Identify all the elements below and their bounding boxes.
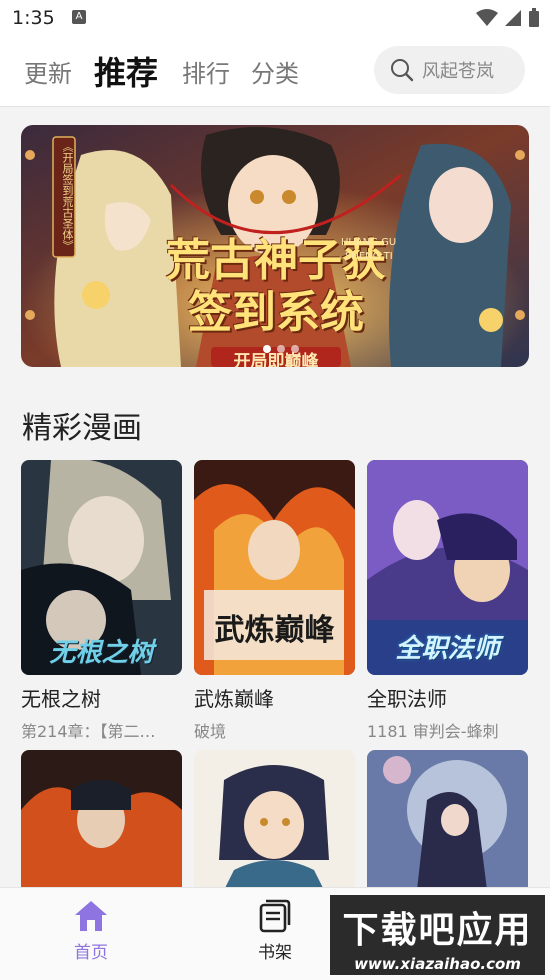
comic-latest-chapter: 破境 bbox=[194, 722, 227, 741]
comic-cover[interactable] bbox=[367, 750, 528, 887]
search-placeholder: 风起苍岚 bbox=[422, 61, 494, 82]
banner-dot[interactable] bbox=[277, 345, 285, 353]
comic-card[interactable] bbox=[21, 750, 182, 887]
battery-icon bbox=[529, 8, 539, 27]
signal-icon bbox=[505, 10, 521, 26]
search-icon bbox=[391, 59, 414, 82]
comic-cover[interactable]: 武炼巅峰 bbox=[194, 460, 355, 675]
banner-pagination bbox=[263, 345, 299, 353]
status-time: 1:35 bbox=[12, 7, 55, 29]
comic-cover[interactable] bbox=[21, 750, 182, 887]
tab-recommend[interactable]: 推荐 bbox=[94, 48, 158, 94]
status-icons bbox=[476, 8, 540, 28]
comic-card[interactable]: 全职法师 全职法师 1181 审判会-蜂刺 bbox=[367, 460, 528, 742]
comic-card[interactable] bbox=[194, 750, 355, 887]
comic-cover[interactable] bbox=[194, 750, 355, 887]
comic-cover[interactable]: 无根之树 bbox=[21, 460, 182, 675]
nav-home-label: 首页 bbox=[74, 943, 108, 963]
cover-title-text: 全职法师 bbox=[395, 634, 500, 664]
comic-card[interactable] bbox=[367, 750, 528, 887]
notification-icon: A bbox=[72, 10, 86, 24]
status-bar: 1:35 A bbox=[0, 0, 550, 38]
banner-dot[interactable] bbox=[291, 345, 299, 353]
search-box[interactable]: 风起苍岚 bbox=[374, 46, 525, 94]
home-icon bbox=[75, 901, 107, 931]
bookshelf-icon bbox=[259, 899, 291, 933]
banner-pinyin-2: SHENG TI bbox=[345, 251, 393, 262]
section-title: 精彩漫画 bbox=[22, 411, 142, 446]
featured-banner[interactable]: 《开局签到荒古圣体》 荒古神子获签到系统 HUANG GU SHENG TI 开… bbox=[21, 125, 529, 367]
nav-bookshelf-label: 书架 bbox=[258, 943, 292, 963]
tab-ranking[interactable]: 排行 bbox=[182, 54, 230, 89]
comic-latest-chapter: 1181 审判会-蜂刺 bbox=[367, 722, 499, 741]
comic-title: 无根之树 bbox=[21, 687, 101, 711]
top-header: 更新 推荐 排行 分类 风起苍岚 bbox=[0, 38, 550, 107]
tab-category[interactable]: 分类 bbox=[251, 54, 299, 89]
comic-latest-chapter: 第214章：【第二… bbox=[21, 722, 156, 741]
comic-card[interactable]: 武炼巅峰 武炼巅峰 破境 bbox=[194, 460, 355, 742]
watermark: 下载吧应用 www.xiazaihao.com bbox=[330, 895, 545, 975]
cover-title-text: 武炼巅峰 bbox=[214, 613, 335, 648]
banner-dot[interactable] bbox=[263, 345, 271, 353]
tab-update[interactable]: 更新 bbox=[24, 54, 72, 89]
comic-title: 武炼巅峰 bbox=[194, 687, 274, 711]
main-content: 《开局签到荒古圣体》 荒古神子获签到系统 HUANG GU SHENG TI 开… bbox=[0, 107, 550, 887]
watermark-url-text: www.xiazaihao.com bbox=[354, 955, 521, 973]
comic-title: 全职法师 bbox=[367, 687, 447, 711]
banner-side-text: 《开局签到荒古圣体》 bbox=[61, 141, 74, 251]
nav-bookshelf[interactable]: 书架 bbox=[225, 898, 325, 963]
comic-cover[interactable]: 全职法师 bbox=[367, 460, 528, 675]
watermark-main-text: 下载吧应用 bbox=[342, 910, 533, 951]
cover-title-text: 无根之树 bbox=[49, 638, 154, 668]
wifi-icon bbox=[476, 9, 498, 26]
nav-home[interactable]: 首页 bbox=[41, 898, 141, 963]
comic-card[interactable]: 无根之树 无根之树 第214章：【第二… bbox=[21, 460, 182, 742]
banner-pinyin-1: HUANG GU bbox=[341, 237, 397, 248]
